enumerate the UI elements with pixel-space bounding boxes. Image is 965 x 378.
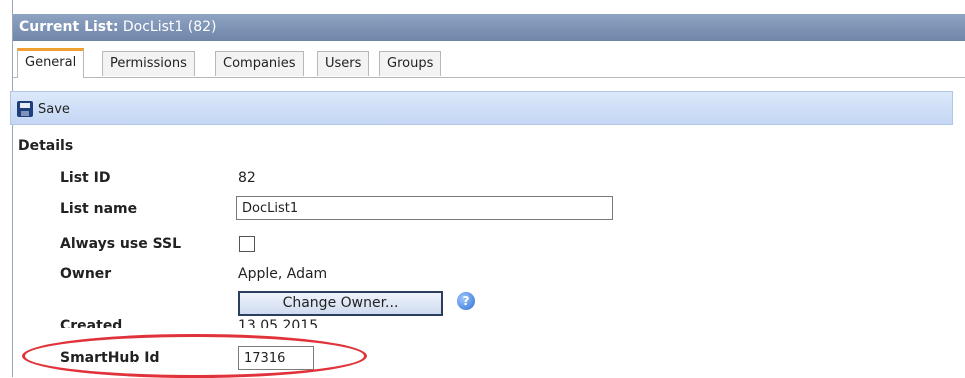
title-bar: Current List: DocList1 (82) [13, 14, 965, 41]
always-use-ssl-checkbox[interactable] [239, 236, 255, 252]
tab-permissions[interactable]: Permissions [102, 51, 195, 76]
list-id-label: List ID [60, 170, 111, 186]
save-label: Save [38, 101, 70, 117]
tab-groups[interactable]: Groups [379, 51, 442, 76]
help-icon[interactable]: ? [457, 292, 475, 310]
list-name-label: List name [60, 201, 138, 217]
highlight-ellipse [22, 334, 367, 378]
change-owner-button[interactable]: Change Owner... [238, 291, 443, 316]
owner-label: Owner [60, 266, 112, 282]
title-label: Current List: [19, 19, 119, 35]
list-id-value: 82 [238, 170, 256, 186]
details-heading: Details [18, 138, 74, 154]
tab-users[interactable]: Users [317, 51, 370, 76]
ssl-label: Always use SSL [60, 236, 182, 252]
title-value: DocList1 (82) [122, 19, 217, 35]
created-value: 13.05.2015 [238, 318, 319, 328]
list-name-field[interactable] [236, 196, 613, 220]
list-editor-panel: Current List: DocList1 (82) General Perm… [12, 0, 965, 377]
created-label: Created [60, 318, 123, 328]
save-disk-icon [17, 101, 33, 117]
tab-companies[interactable]: Companies [215, 51, 304, 76]
tab-bar: General Permissions Companies Users Grou… [13, 43, 965, 78]
toolbar: Save [10, 91, 953, 125]
tab-general[interactable]: General [17, 48, 85, 78]
save-button[interactable]: Save [17, 98, 70, 120]
owner-value: Apple, Adam [238, 266, 328, 282]
